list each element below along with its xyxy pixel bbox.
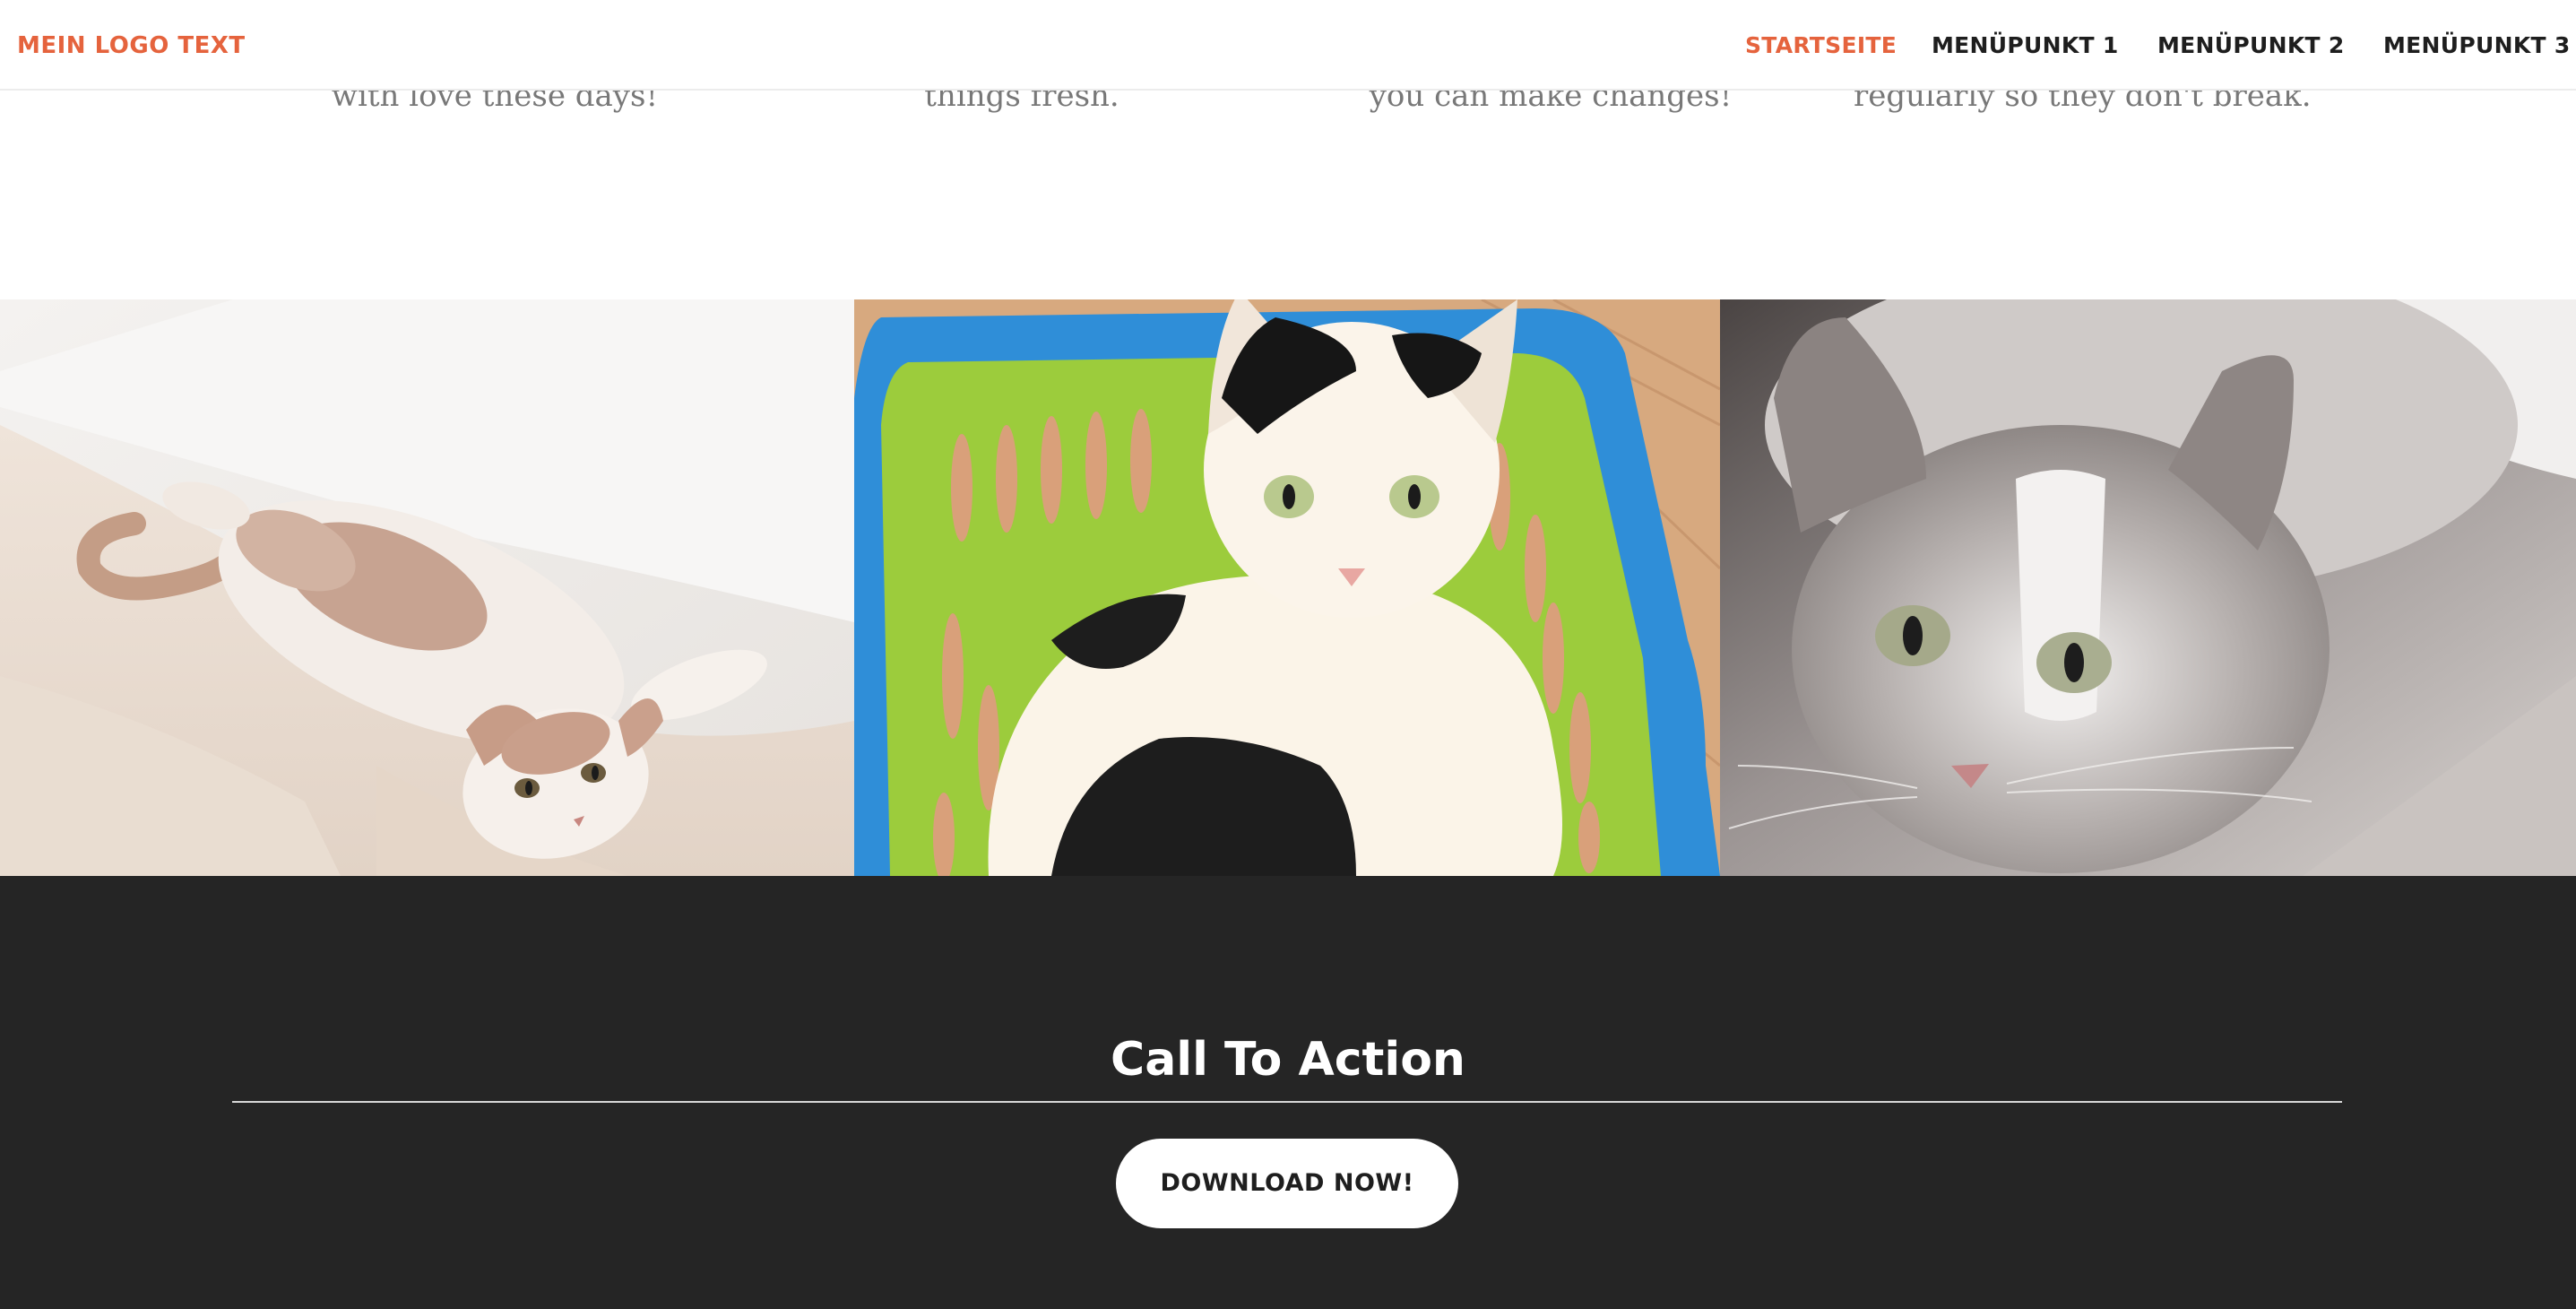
calico-cat-in-green-basket-photo[interactable] (854, 299, 1720, 876)
cta-divider (232, 1101, 2342, 1103)
site-header: MEIN LOGO TEXT STARTSEITE MENÜPUNKT 1 ME… (0, 0, 2576, 91)
download-now-button[interactable]: DOWNLOAD NOW! (1116, 1139, 1458, 1228)
call-to-action-section: Call To Action DOWNLOAD NOW! (0, 876, 2576, 1309)
nav-item-menuepunkt-2[interactable]: MENÜPUNKT 2 (2157, 28, 2345, 64)
nav-item-menuepunkt-1[interactable]: MENÜPUNKT 1 (1932, 28, 2119, 64)
nav-item-startseite[interactable]: STARTSEITE (1745, 28, 1897, 64)
photo-gallery (0, 299, 2576, 876)
cat-lying-on-blanket-photo[interactable] (0, 299, 854, 876)
nav-item-menuepunkt-3[interactable]: MENÜPUNKT 3 (2383, 28, 2571, 64)
main-navigation: STARTSEITE MENÜPUNKT 1 MENÜPUNKT 2 MENÜP… (0, 28, 2576, 64)
cta-title: Call To Action (1111, 1033, 1465, 1087)
grey-white-cat-closeup-photo[interactable] (1720, 299, 2576, 876)
